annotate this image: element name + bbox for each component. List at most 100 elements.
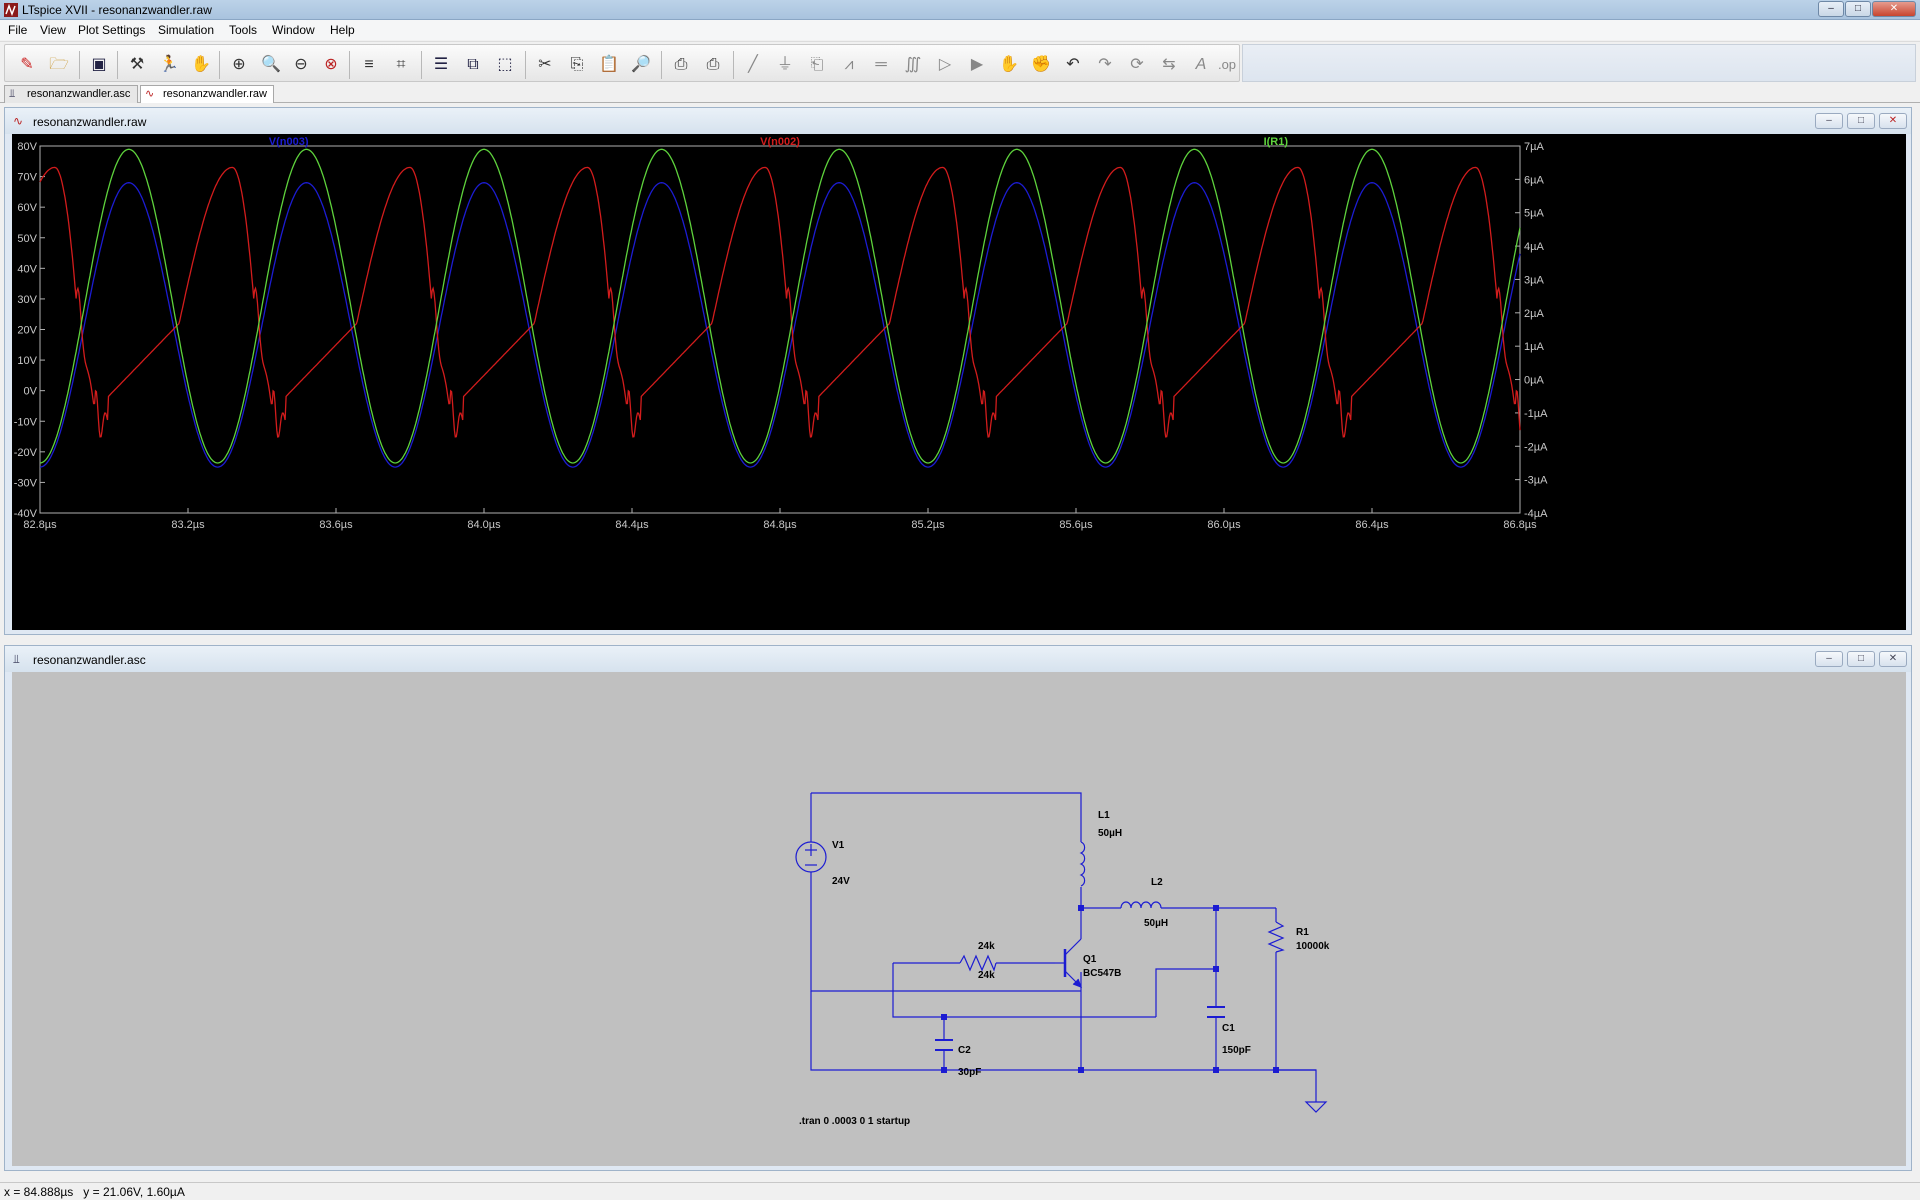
waveform-close-button[interactable]: ✕ (1879, 113, 1907, 129)
r1-ref-label: R1 (1296, 927, 1309, 938)
inductor-icon[interactable]: ∭ (901, 53, 925, 77)
q1-ref-label: Q1 (1083, 954, 1097, 965)
cut-icon[interactable]: ✂ (533, 53, 557, 77)
tile-horizontal-icon[interactable]: ☰ (429, 53, 453, 77)
text-icon[interactable]: A (1189, 53, 1213, 77)
component-icon[interactable]: ▶ (965, 53, 989, 77)
tab-waveform[interactable]: ∿ resonanzwandler.raw (140, 85, 274, 103)
paste-icon[interactable]: 📋 (597, 53, 621, 77)
print-preview-icon[interactable]: ⎙ (701, 53, 725, 77)
legend-v-n002-: V(n002) (760, 136, 800, 148)
grid-icon[interactable]: ⌗ (389, 53, 413, 77)
waveform-minimize-button[interactable]: – (1815, 113, 1843, 129)
menu-simulation[interactable]: Simulation (158, 23, 214, 37)
inductor-l1-symbol[interactable] (1079, 841, 1086, 887)
y-right-tick-label: 6µA (1524, 174, 1544, 186)
y-right-tick-label: 7µA (1524, 141, 1544, 153)
undo-icon[interactable]: ↶ (1061, 53, 1085, 77)
print-icon[interactable]: ⎙ (669, 53, 693, 77)
voltage-source-v1-symbol[interactable] (795, 841, 827, 873)
find-icon[interactable]: 🔎 (629, 53, 653, 77)
ground-icon[interactable]: ⏚ (773, 53, 797, 77)
toolbar-buttons: ✎ 🗁 ▣ ⚒ 🏃 ✋ ⊕ 🔍 ⊖ ⊗ ≡ ⌗ ☰ ⧉ ⬚ ✂ ⎘ 📋 🔎 ⎙ … (4, 44, 1240, 82)
cascade-icon[interactable]: ⧉ (461, 53, 485, 77)
tab-schematic[interactable]: ⫫ resonanzwandler.asc (4, 85, 138, 103)
capacitor-c2-symbol[interactable] (935, 1039, 953, 1051)
copy-icon[interactable]: ⎘ (565, 53, 589, 77)
document-tabs: ⫫ resonanzwandler.asc ∿ resonanzwandler.… (0, 83, 1920, 103)
base-resistor-ref-label: 24k (978, 941, 995, 952)
capacitor-c1-symbol[interactable] (1207, 1006, 1225, 1018)
c1-ref-label: C1 (1222, 1023, 1235, 1034)
move-icon[interactable]: ✋ (997, 53, 1021, 77)
waveform-plot[interactable]: 80V 70V 60V 50V 40V 30V 20V 10V 0V -10V -20V -30V -4… (12, 134, 1906, 630)
y-left-tick-label: 0V (24, 386, 38, 398)
minimize-button[interactable]: – (1818, 1, 1844, 17)
schematic-canvas[interactable]: V1 24V L1 50µH L2 50µH R1 10000k 24k 24k… (12, 672, 1906, 1166)
menu-file[interactable]: File (8, 23, 27, 37)
y-left-tick-label: -30V (14, 477, 38, 489)
schematic-restore-button[interactable]: □ (1847, 651, 1875, 667)
zoom-cancel-icon[interactable]: ⊗ (319, 53, 343, 77)
x-tick-label: 84.0µs (467, 519, 501, 531)
schematic-icon: ⫫ (9, 88, 16, 100)
transistor-q1-symbol[interactable] (1055, 938, 1083, 989)
schematic-window-titlebar: ⫫ resonanzwandler.asc – □ ✕ (5, 646, 1911, 672)
waveform-restore-button[interactable]: □ (1847, 113, 1875, 129)
spice-directive-icon[interactable]: .op (1215, 53, 1239, 77)
c2-ref-label: C2 (958, 1045, 971, 1056)
resistor-r1-symbol[interactable] (1267, 921, 1285, 953)
tile-vertical-icon[interactable]: ⬚ (493, 53, 517, 77)
schematic-minimize-button[interactable]: – (1815, 651, 1843, 667)
y-right-tick-label: 0µA (1524, 375, 1544, 387)
c1-value-label: 150pF (1222, 1045, 1251, 1056)
schematic-window-title: resonanzwandler.asc (33, 653, 146, 667)
schematic-close-button[interactable]: ✕ (1879, 651, 1907, 667)
y-left-tick-label: -10V (14, 416, 38, 428)
maximize-button[interactable]: □ (1845, 1, 1871, 17)
new-schematic-icon[interactable]: ✎ (15, 53, 39, 77)
spice-directive[interactable]: .tran 0 .0003 0 1 startup (799, 1116, 910, 1127)
control-panel-icon[interactable]: ⚒ (125, 53, 149, 77)
menu-help[interactable]: Help (330, 23, 355, 37)
x-tick-label: 86.8µs (1503, 519, 1537, 531)
rotate-icon[interactable]: ⟳ (1125, 53, 1149, 77)
drag-icon[interactable]: ✊ (1029, 53, 1053, 77)
wire-icon[interactable]: ╱ (741, 53, 765, 77)
diode-icon[interactable]: ▷ (933, 53, 957, 77)
save-icon[interactable]: ▣ (87, 53, 111, 77)
inductor-l2-symbol[interactable] (1120, 901, 1162, 909)
y-left-tick-label: 50V (17, 233, 37, 245)
resistor-24k-symbol[interactable] (959, 954, 997, 972)
menu-window[interactable]: Window (272, 23, 315, 37)
window-title: LTspice XVII - resonanzwandler.raw (22, 3, 212, 17)
x-tick-label: 83.6µs (319, 519, 353, 531)
legend-v-n003-: V(n003) (269, 136, 309, 148)
legend-i-r1-: I(R1) (1264, 136, 1289, 148)
run-icon[interactable]: 🏃 (157, 53, 181, 77)
resistor-icon[interactable]: ⩘ (837, 53, 861, 77)
base-resistor-value-label: 24k (978, 970, 995, 981)
zoom-full-icon[interactable]: 🔍 (259, 53, 283, 77)
capacitor-icon[interactable]: ═ (869, 53, 893, 77)
menu-plot-settings[interactable]: Plot Settings (78, 23, 145, 37)
close-button[interactable]: ✕ (1872, 1, 1916, 17)
l1-ref-label: L1 (1098, 810, 1110, 821)
zoom-out-icon[interactable]: ⊖ (289, 53, 313, 77)
open-icon[interactable]: 🗁 (47, 53, 71, 77)
halt-icon[interactable]: ✋ (189, 53, 213, 77)
y-left-tick-label: 20V (17, 325, 37, 337)
mirror-icon[interactable]: ⇆ (1157, 53, 1181, 77)
redo-icon[interactable]: ↷ (1093, 53, 1117, 77)
menu-view[interactable]: View (40, 23, 66, 37)
x-tick-label: 82.8µs (23, 519, 57, 531)
autorange-icon[interactable]: ≡ (357, 53, 381, 77)
x-tick-label: 85.2µs (911, 519, 945, 531)
schematic-icon: ⫫ (13, 652, 20, 666)
y-right-tick-label: -3µA (1524, 475, 1548, 487)
tab-schematic-label: resonanzwandler.asc (27, 88, 131, 100)
waveform-icon: ∿ (13, 114, 24, 128)
label-icon[interactable]: ⎗ (805, 53, 829, 77)
zoom-in-icon[interactable]: ⊕ (227, 53, 251, 77)
menu-tools[interactable]: Tools (229, 23, 257, 37)
